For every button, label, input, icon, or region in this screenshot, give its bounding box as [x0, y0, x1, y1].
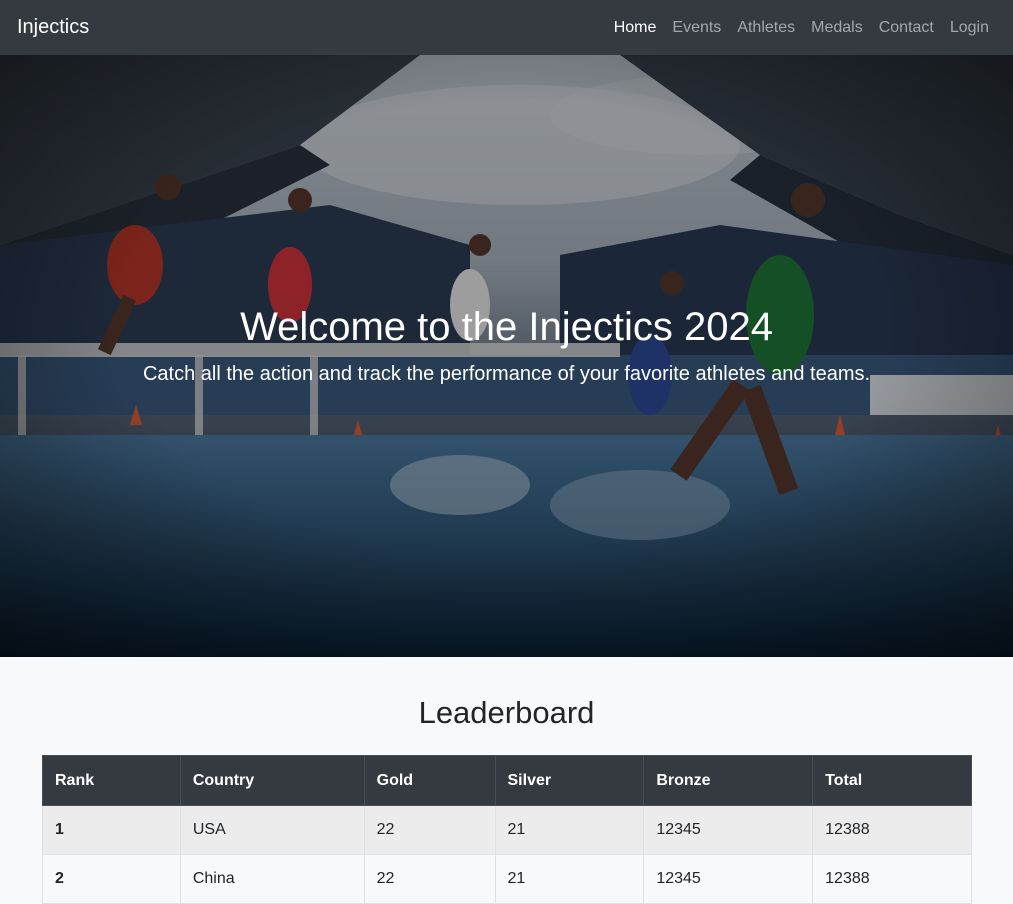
cell-country: China [179, 854, 365, 904]
hero-content: Welcome to the Injectics 2024 Catch all … [0, 303, 1013, 386]
column-header-silver: Silver [494, 755, 645, 806]
leaderboard-table: Rank Country Gold Silver Bronze Total 1 … [42, 755, 972, 904]
cell-silver: 21 [494, 805, 645, 855]
cell-bronze: 12345 [643, 805, 814, 855]
column-header-bronze: Bronze [643, 755, 814, 806]
cell-bronze: 12345 [643, 854, 814, 904]
column-header-rank: Rank [42, 755, 181, 806]
hero-subtitle: Catch all the action and track the perfo… [142, 363, 871, 385]
nav-link-home[interactable]: Home [606, 19, 665, 37]
cell-rank: 2 [42, 854, 181, 904]
column-header-total: Total [812, 755, 972, 806]
table-row: 1 USA 22 21 12345 12388 [42, 805, 972, 855]
cell-total: 12388 [812, 854, 972, 904]
cell-gold: 22 [363, 854, 496, 904]
table-row: 2 China 22 21 12345 12388 [42, 854, 972, 904]
leaderboard-title: Leaderboard [418, 695, 595, 730]
column-header-country: Country [179, 755, 365, 806]
cell-gold: 22 [363, 805, 496, 855]
nav-link-contact[interactable]: Contact [871, 19, 942, 37]
cell-silver: 21 [494, 854, 645, 904]
cell-country: USA [179, 805, 365, 855]
top-navbar: Injectics Home Events Athletes Medals Co… [0, 0, 1013, 55]
table-header-row: Rank Country Gold Silver Bronze Total [42, 755, 972, 806]
nav-links: Home Events Athletes Medals Contact Logi… [606, 19, 996, 37]
column-header-gold: Gold [363, 755, 496, 806]
nav-link-medals[interactable]: Medals [803, 19, 871, 37]
brand-logo-link[interactable]: Injectics [17, 16, 89, 39]
hero-banner: Welcome to the Injectics 2024 Catch all … [0, 55, 1013, 657]
nav-link-login[interactable]: Login [942, 19, 996, 37]
nav-link-athletes[interactable]: Athletes [729, 19, 803, 37]
cell-rank: 1 [42, 805, 181, 855]
cell-total: 12388 [812, 805, 972, 855]
hero-title: Welcome to the Injectics 2024 [240, 305, 773, 349]
leaderboard-section: Leaderboard Rank Country Gold Silver Bro… [0, 657, 1013, 904]
nav-link-events[interactable]: Events [664, 19, 729, 37]
